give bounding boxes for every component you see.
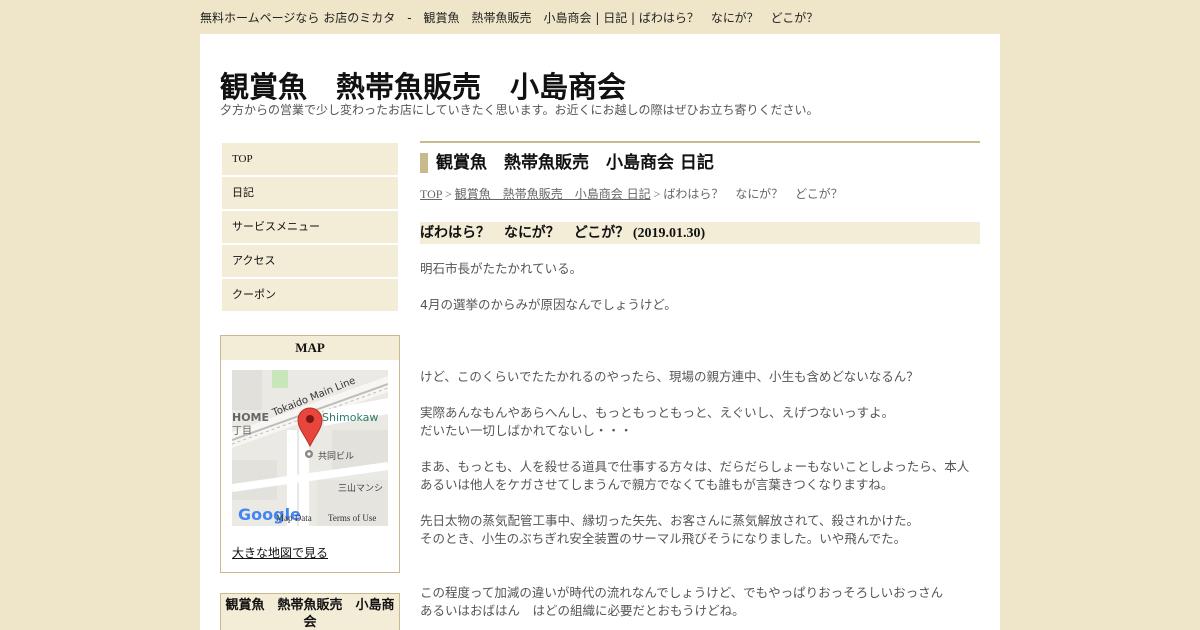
side-nav: TOP 日記 サービスメニュー アクセス クーポン [222,143,398,313]
post-paragraph: 実際あんなもんやあらへんし、もっともっともっと、えぐいし、えげつないっすよ。 だ… [420,404,980,440]
site-subtitle: 夕方からの営業で少し変わったお店にしていきたく思います。お近くにお越しの際はぜひ… [220,103,819,117]
nav-item-label: 日記 [232,186,254,199]
breadcrumb-current: ばわはら？ なにが？ どこが？ [663,187,843,201]
post-paragraph: 明石市長がたたかれている。 [420,261,583,276]
nav-item-label: クーポン [232,288,276,301]
breadcrumb-diary-link[interactable]: 観賞魚 熱帯魚販売 小島商会 日記 [455,187,651,201]
page-title: 観賞魚 熱帯魚販売 小島商会 日記 [420,153,980,173]
main-content: 観賞魚 熱帯魚販売 小島商会 日記 TOP > 観賞魚 熱帯魚販売 小島商会 日… [420,141,980,630]
post-title-text: ばわはら？ なにが？ どこが？ [420,225,630,241]
post-paragraph: 先日太物の蒸気配管工事中、縁切った矢先、お客さんに蒸気解放されて、殺されかけた。… [420,512,980,548]
site-title[interactable]: 観賞魚 熱帯魚販売 小島商会 [220,64,626,106]
breadcrumb: TOP > 観賞魚 熱帯魚販売 小島商会 日記 > ばわはら？ なにが？ どこが… [420,185,980,202]
post-body: 明石市長がたたかれている。 4月の選挙のからみが原因なんでしょうけど。 けど、こ… [420,260,980,620]
breadcrumb-top-link[interactable]: TOP [420,187,442,201]
breadcrumb-separator: > [442,187,455,201]
post-line: あるいはおばはん はどの組織に必要だとおもうけどね。 [420,603,745,618]
nav-item-label: サービスメニュー [232,220,320,233]
nav-item-service-menu[interactable]: サービスメニュー [222,211,398,243]
map-widget: MAP Tokaido Main Line Shimokaw HOME 丁目 共… [220,335,400,573]
map-graphic: Tokaido Main Line Shimokaw HOME 丁目 共同ビル … [232,370,388,526]
post-line: この程度って加減の違いが時代の流れなんでしょうけど、でもやっぱりおっそろしいおっ… [420,585,944,600]
post-line: そのとき、小生のぶちぎれ安全装置のサーマル飛びそうになりました。いや飛んでた。 [420,531,907,546]
nav-item-access[interactable]: アクセス [222,245,398,277]
post-paragraph: けど、このくらいでたたかれるのやったら、現場の親方連中、小生も含めどないなるん？ [420,369,919,384]
map-data-label[interactable]: Map Data [276,513,312,523]
post-paragraph: まあ、もっとも、人を殺せる道具で仕事する方々は、だらだらしょーもないことしよった… [420,459,970,492]
map-label-chome: 丁目 [232,426,252,437]
nav-item-diary[interactable]: 日記 [222,177,398,209]
nav-item-label: アクセス [232,254,276,267]
content-panel: 観賞魚 熱帯魚販売 小島商会 夕方からの営業で少し変わったお店にしていきたく思い… [200,34,1000,630]
map-label-building2: 三山マンシ [338,483,383,494]
map-label-building1: 共同ビル [318,451,354,462]
nav-item-label: TOP [232,153,253,165]
top-bar-text: 無料ホームページなら お店のミカタ - 観賞魚 熱帯魚販売 小島商会 | 日記 … [200,11,819,25]
map-embed[interactable]: Tokaido Main Line Shimokaw HOME 丁目 共同ビル … [232,370,388,526]
nav-item-top[interactable]: TOP [222,143,398,175]
post-line: 実際あんなもんやあらへんし、もっともっともっと、えぐいし、えげつないっすよ。 [420,405,895,420]
map-heading: MAP [221,336,399,360]
post-line: 先日太物の蒸気配管工事中、縁切った矢先、お客さんに蒸気解放されて、殺されかけた。 [420,513,920,528]
map-label-home: HOME [232,411,269,424]
post-paragraph: この程度って加減の違いが時代の流れなんでしょうけど、でもやっぱりおっそろしいおっ… [420,584,980,620]
main-divider [420,141,980,143]
larger-map-link[interactable]: 大きな地図で見る [232,544,328,561]
map-terms-link[interactable]: Terms of Use [328,513,376,523]
shop-info-widget: 観賞魚 熱帯魚販売 小島商会 [220,593,400,630]
post-line: だいたい一切しばかれてないし・・・ [420,423,633,438]
shop-heading: 観賞魚 熱帯魚販売 小島商会 [221,594,399,630]
breadcrumb-separator: > [650,187,664,201]
map-label-area: Shimokaw [322,411,378,424]
post-date: (2019.01.30) [632,226,706,241]
nav-item-coupon[interactable]: クーポン [222,279,398,311]
post-title: ばわはら？ なにが？ どこが？ (2019.01.30) [420,222,980,244]
post-paragraph: 4月の選挙のからみが原因なんでしょうけど。 [420,297,677,312]
